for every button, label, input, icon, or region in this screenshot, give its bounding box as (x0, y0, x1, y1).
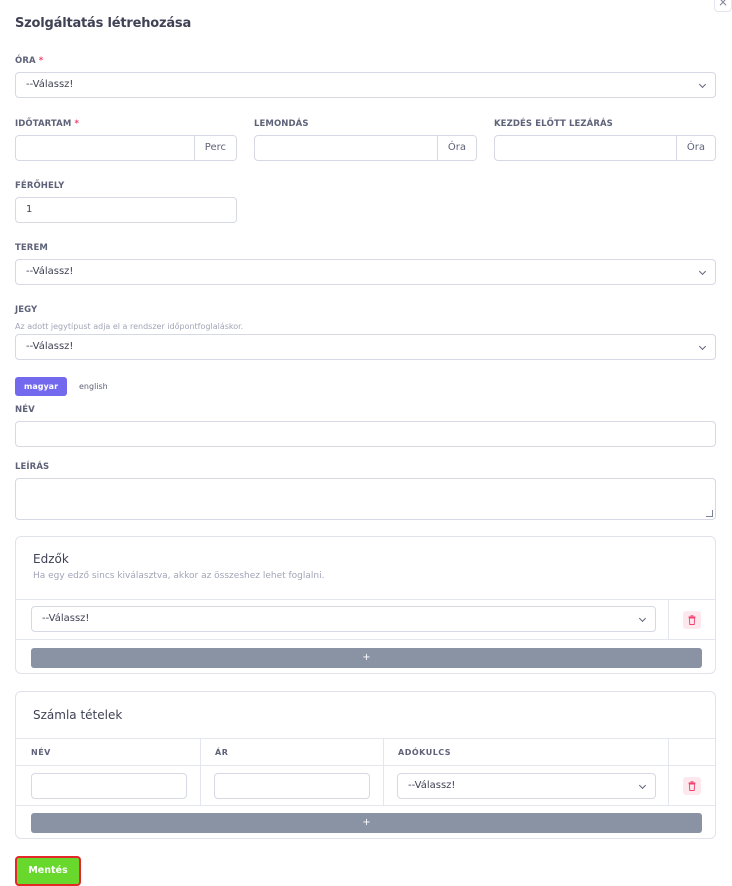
edzo-select-value: --Válassz! (42, 613, 90, 624)
idotartam-label: IDŐTARTAM * (15, 119, 80, 129)
delete-edzo-button[interactable] (683, 611, 701, 629)
idotartam-group: Perc (15, 135, 237, 161)
tetel-nev-input[interactable] (31, 773, 187, 799)
terem-select[interactable]: --Válassz! (15, 259, 716, 285)
ora-addon: Óra (675, 136, 715, 160)
edzok-subtitle: Ha egy edző sincs kiválasztva, akkor az … (33, 571, 325, 581)
jegy-help: Az adott jegytípust adja el a rendszer i… (15, 322, 244, 331)
chevron-down-icon (638, 614, 647, 623)
add-tetel-button[interactable]: + (31, 813, 702, 833)
nev-label: NÉV (15, 405, 35, 415)
terem-label: TEREM (15, 243, 48, 253)
divider (200, 738, 201, 805)
ferohely-input[interactable]: 1 (15, 197, 237, 223)
adokulcs-select[interactable]: --Válassz! (397, 773, 656, 799)
chevron-down-icon (698, 80, 707, 89)
trash-icon (688, 615, 696, 625)
ora-select-value: --Válassz! (26, 79, 74, 90)
close-button[interactable]: × (714, 0, 732, 12)
chevron-down-icon (698, 342, 707, 351)
leiras-textarea[interactable] (15, 478, 716, 520)
ora-label: ÓRA * (15, 56, 44, 66)
add-edzo-button[interactable]: + (31, 648, 702, 668)
nev-input[interactable] (15, 421, 716, 447)
lemondas-label: LEMONDÁS (254, 119, 309, 129)
tab-english[interactable]: english (79, 377, 108, 396)
ferohely-label: FÉRŐHELY (15, 181, 65, 191)
required-mark: * (38, 56, 44, 66)
kezdes-label: KEZDÉS ELŐTT LEZÁRÁS (494, 119, 613, 129)
idotartam-input[interactable] (16, 136, 194, 160)
divider (16, 805, 715, 806)
trash-icon (688, 781, 696, 791)
jegy-select-value: --Válassz! (26, 341, 74, 352)
chevron-down-icon (698, 267, 707, 276)
szamla-title: Számla tételek (33, 708, 123, 722)
resize-handle-icon[interactable] (706, 510, 713, 517)
divider (668, 599, 669, 639)
column-header-nev: NÉV (31, 748, 51, 757)
save-button[interactable]: Mentés (15, 856, 81, 886)
szamla-card: Számla tételek NÉV ÁR ADÓKULCS --Válassz… (15, 691, 716, 839)
column-header-ar: ÁR (215, 748, 229, 757)
divider (383, 738, 384, 805)
lemondas-group: Óra (254, 135, 477, 161)
ora-addon: Óra (436, 136, 476, 160)
tab-magyar[interactable]: magyar (15, 377, 68, 396)
divider (16, 599, 715, 600)
leiras-label: LEÍRÁS (15, 462, 50, 472)
divider (16, 765, 715, 766)
jegy-label: JEGY (15, 305, 38, 315)
tetel-ar-input[interactable] (214, 773, 370, 799)
ora-select[interactable]: --Válassz! (15, 72, 716, 98)
divider (16, 639, 715, 640)
jegy-select[interactable]: --Válassz! (15, 334, 716, 360)
edzok-card: Edzők Ha egy edző sincs kiválasztva, akk… (15, 536, 716, 674)
chevron-down-icon (638, 781, 647, 790)
perc-addon: Perc (193, 136, 236, 160)
edzo-select[interactable]: --Válassz! (31, 606, 656, 632)
lemondas-input[interactable] (255, 136, 437, 160)
kezdes-group: Óra (494, 135, 716, 161)
divider (16, 738, 715, 739)
terem-select-value: --Válassz! (26, 266, 74, 277)
column-header-adokulcs: ADÓKULCS (398, 748, 452, 757)
kezdes-input[interactable] (495, 136, 676, 160)
adokulcs-select-value: --Válassz! (408, 780, 456, 791)
divider (668, 738, 669, 805)
edzok-title: Edzők (33, 552, 69, 566)
delete-tetel-button[interactable] (683, 777, 701, 795)
dialog-title: Szolgáltatás létrehozása (15, 16, 192, 31)
required-mark: * (74, 119, 80, 129)
